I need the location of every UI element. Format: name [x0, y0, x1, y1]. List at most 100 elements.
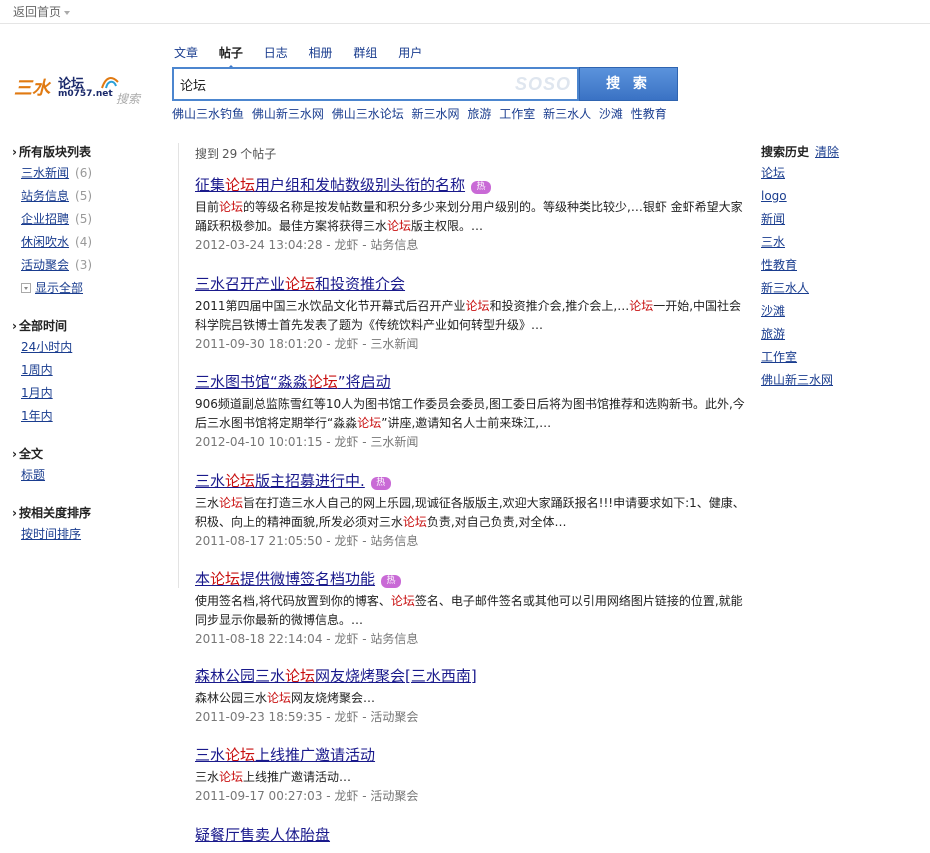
time-filter-link[interactable]: 24小时内	[21, 340, 72, 354]
result-title-link[interactable]: 三水召开产业论坛和投资推介会	[195, 275, 405, 293]
show-all-link[interactable]: 显示全部	[35, 281, 83, 295]
keyword-highlight: 论坛	[285, 667, 316, 685]
text-segment: 三水图书馆“淼淼	[195, 373, 308, 391]
history-item: 沙滩	[761, 300, 921, 323]
text-segment: 用户组和发帖数级别头衔的名称	[255, 176, 466, 194]
text-segment: ”讲座,邀请知名人士前来珠江,…	[381, 416, 552, 430]
forum-filter-item: 三水新闻 (6)	[12, 162, 172, 185]
keyword-highlight: 论坛	[387, 219, 412, 233]
keyword-highlight: 论坛	[402, 515, 427, 529]
forum-count: (4)	[75, 235, 93, 249]
result-title-link[interactable]: 三水论坛上线推广邀请活动	[195, 746, 375, 764]
forum-filter-item: 企业招聘 (5)	[12, 208, 172, 231]
keyword-highlight: 论坛	[219, 496, 244, 510]
logo-domain: m0757.net	[58, 89, 113, 99]
clear-history-link[interactable]: 清除	[815, 145, 839, 159]
hotword-link[interactable]: 佛山三水论坛	[332, 107, 404, 121]
tab-user[interactable]: 用户	[398, 44, 422, 61]
forum-filter-group: 所有版块列表 三水新闻 (6) 站务信息 (5) 企业招聘 (5) 休闲吹水 (4) 活…	[12, 143, 172, 300]
hotword-link[interactable]: 沙滩	[599, 107, 623, 121]
keyword-highlight: 论坛	[390, 594, 415, 608]
back-home-link[interactable]: 返回首页	[13, 3, 71, 20]
history-link[interactable]: 旅游	[761, 327, 785, 341]
forum-count: (5)	[75, 189, 93, 203]
filter-sidebar: 所有版块列表 三水新闻 (6) 站务信息 (5) 企业招聘 (5) 休闲吹水 (4) 活…	[12, 143, 172, 563]
tab-group[interactable]: 群组	[353, 44, 377, 61]
result-title-link[interactable]: 本论坛提供微博签名档功能	[195, 570, 375, 588]
time-filter-link[interactable]: 1月内	[21, 386, 53, 400]
history-item: 三水	[761, 231, 921, 254]
hotword-link[interactable]: 佛山三水钓鱼	[172, 107, 244, 121]
search-input[interactable]	[180, 74, 510, 94]
expand-icon[interactable]	[21, 283, 31, 293]
forum-count: (5)	[75, 212, 93, 226]
soso-watermark: SOSO	[514, 74, 571, 94]
forum-filter-link[interactable]: 活动聚会	[21, 258, 69, 272]
tab-post[interactable]: 帖子	[219, 44, 243, 69]
result-count: 搜到 29 个帖子	[195, 145, 750, 165]
history-link[interactable]: 佛山新三水网	[761, 373, 833, 387]
forum-filter-link[interactable]: 站务信息	[21, 189, 69, 203]
text-segment: 版主权限。…	[411, 219, 484, 233]
text-segment: 森林公园三水	[195, 667, 286, 685]
result-meta: 2011-08-18 22:14:04 - 龙虾 - 站务信息	[195, 632, 419, 646]
history-link[interactable]: 论坛	[761, 166, 785, 180]
scope-filter-heading: 全文	[12, 445, 172, 464]
time-filter-link[interactable]: 1周内	[21, 363, 53, 377]
search-history-heading: 搜索历史	[761, 145, 810, 159]
history-item: 性教育	[761, 254, 921, 277]
hotword-link[interactable]: 新三水人	[543, 107, 591, 121]
keyword-highlight: 论坛	[219, 200, 244, 214]
keyword-highlight: 论坛	[210, 570, 241, 588]
hotword-link[interactable]: 佛山新三水网	[252, 107, 324, 121]
forum-filter-link[interactable]: 三水新闻	[21, 166, 69, 180]
forum-filter-link[interactable]: 休闲吹水	[21, 235, 69, 249]
sort-filter-link[interactable]: 按时间排序	[21, 527, 81, 541]
history-item: 新闻	[761, 208, 921, 231]
result-item: 三水论坛版主招募进行中. 热三水论坛旨在打造三水人自己的网上乐园,现诚征各版版主,…	[195, 471, 750, 551]
hotword-link[interactable]: 新三水网	[412, 107, 460, 121]
hotword-link[interactable]: 性教育	[631, 107, 667, 121]
tab-article[interactable]: 文章	[174, 44, 198, 61]
history-item: 新三水人	[761, 277, 921, 300]
history-item: logo	[761, 185, 921, 208]
result-meta: 2012-03-24 13:04:28 - 龙虾 - 站务信息	[195, 238, 419, 252]
search-button[interactable]: 搜 索	[579, 67, 678, 101]
text-segment: 三水	[195, 496, 220, 510]
history-link[interactable]: 新闻	[761, 212, 785, 226]
history-link[interactable]: 沙滩	[761, 304, 785, 318]
back-home-label: 返回首页	[13, 5, 62, 19]
result-title-link[interactable]: 森林公园三水论坛网友烧烤聚会[三水西南]	[195, 667, 477, 685]
result-title-link[interactable]: 三水论坛版主招募进行中.	[195, 472, 365, 490]
time-filter-link[interactable]: 1年内	[21, 409, 53, 423]
history-link[interactable]: 性教育	[761, 258, 797, 272]
sort-filter-group: 按相关度排序 按时间排序	[12, 504, 172, 546]
hotword-link[interactable]: 工作室	[499, 107, 535, 121]
history-item: 佛山新三水网	[761, 369, 921, 392]
text-segment: ”将启动	[337, 373, 391, 391]
site-logo[interactable]: 三水 论坛 m0757.net 搜索	[14, 70, 146, 112]
result-snippet: 三水论坛旨在打造三水人自己的网上乐园,现诚征各版版主,欢迎大家踊跃报名!!!申请…	[195, 494, 750, 532]
search-box: SOSO	[172, 67, 579, 101]
sort-filter-item: 按时间排序	[12, 523, 172, 546]
history-link[interactable]: 新三水人	[761, 281, 809, 295]
tab-album[interactable]: 相册	[309, 44, 333, 61]
tab-blog[interactable]: 日志	[264, 44, 288, 61]
forum-filter-link[interactable]: 企业招聘	[21, 212, 69, 226]
result-title-link[interactable]: 疑餐厅售卖人体胎盘	[195, 826, 330, 844]
hotword-link[interactable]: 旅游	[467, 107, 491, 121]
show-all-item: 显示全部	[12, 277, 172, 300]
forum-filter-item: 休闲吹水 (4)	[12, 231, 172, 254]
result-snippet: 2011第四届中国三水饮品文化节开幕式后召开产业论坛和投资推介会,推介会上,…论…	[195, 297, 750, 335]
history-link[interactable]: 三水	[761, 235, 785, 249]
history-link[interactable]: 工作室	[761, 350, 797, 364]
keyword-highlight: 论坛	[225, 746, 256, 764]
history-item: 论坛	[761, 162, 921, 185]
text-segment: 和投资推介会,推介会上,…	[489, 299, 630, 313]
text-segment: 三水	[195, 770, 220, 784]
result-title-link[interactable]: 征集论坛用户组和发帖数级别头衔的名称	[195, 176, 465, 194]
scope-filter-link[interactable]: 标题	[21, 468, 45, 482]
history-link[interactable]: logo	[761, 189, 787, 203]
result-title-link[interactable]: 三水图书馆“淼淼论坛”将启动	[195, 373, 391, 391]
text-segment: 三水	[195, 472, 226, 490]
